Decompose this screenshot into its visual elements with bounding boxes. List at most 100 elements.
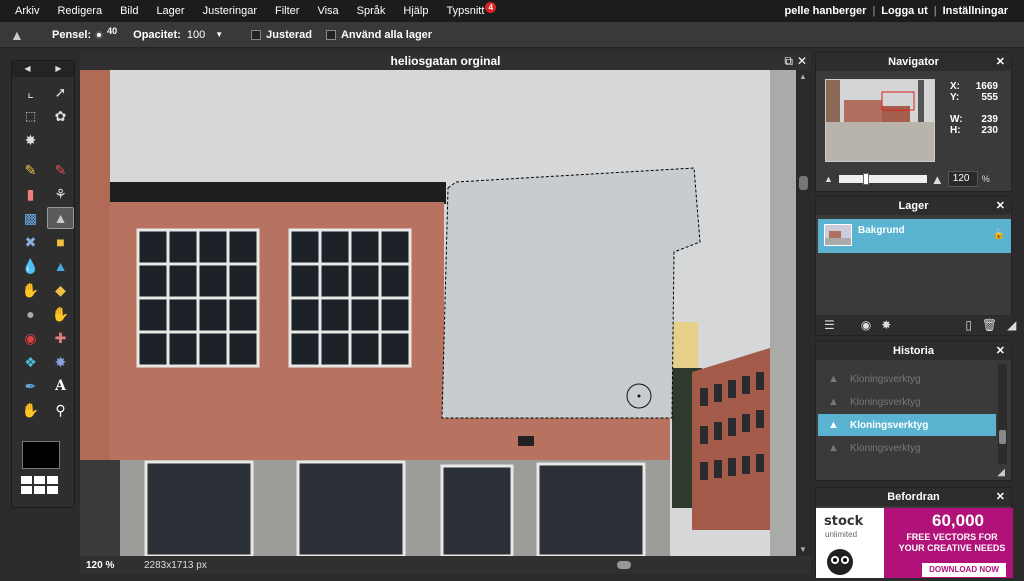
color-picker-icon[interactable]: ✒ — [17, 375, 44, 397]
close-icon[interactable]: ✕ — [996, 53, 1005, 71]
zoom-readout[interactable]: 120 % — [80, 560, 120, 571]
brush-preview-icon[interactable] — [97, 32, 102, 37]
clone-stamp-icon: ▲ — [10, 26, 24, 43]
user-name-link[interactable]: pelle hanberger — [785, 0, 867, 22]
lasso-tool-icon[interactable]: ✿ — [47, 105, 74, 127]
ad-banner[interactable]: stock unlimited 60,000 FREE VECTORS FOR … — [816, 508, 1013, 578]
settings-link[interactable]: Inställningar — [943, 0, 1008, 22]
history-item[interactable]: ▲ Kloningsverktyg — [818, 437, 996, 459]
close-icon[interactable]: ✕ — [996, 342, 1005, 360]
sponge-tool-icon[interactable]: ◆ — [47, 279, 74, 301]
color-replace-icon[interactable]: ✖ — [17, 231, 44, 253]
menu-arkiv[interactable]: Arkiv — [0, 0, 48, 22]
spot-heal-tool-icon[interactable]: ✚ — [47, 327, 74, 349]
menu-bild[interactable]: Bild — [111, 0, 147, 22]
pencil-tool-icon[interactable]: ✎ — [17, 159, 44, 181]
canvas-vertical-scrollbar[interactable]: ▲ ▼ — [796, 70, 811, 556]
history-item[interactable]: ▲ Kloningsverktyg — [818, 391, 996, 413]
history-scrollbar[interactable] — [998, 364, 1007, 464]
layer-styles-icon[interactable]: ✸ — [881, 318, 891, 332]
menu-typsnitt[interactable]: Typsnitt 4 — [437, 0, 497, 22]
scroll-thumb[interactable] — [617, 561, 631, 569]
restore-window-icon[interactable]: ⧉ — [784, 52, 793, 70]
delete-layer-icon[interactable]: 🗑 — [982, 318, 997, 332]
zoom-tool-icon[interactable]: ⚲ — [47, 399, 74, 421]
opacity-value[interactable]: 100 — [187, 29, 205, 41]
type-tool-icon[interactable]: A — [47, 375, 74, 397]
blur-tool-icon[interactable]: 💧 — [17, 255, 44, 277]
shape-tool-icon[interactable]: ■ — [47, 231, 74, 253]
zoom-slider-knob[interactable] — [862, 173, 869, 185]
scroll-thumb[interactable] — [799, 176, 808, 190]
eraser-tool-icon[interactable]: ▮ — [17, 183, 44, 205]
menu-justeringar[interactable]: Justeringar — [194, 0, 266, 22]
smudge-tool-icon[interactable]: ✋ — [17, 279, 44, 301]
navigator-thumbnail[interactable] — [825, 79, 935, 162]
resize-panel-icon[interactable]: ◢ — [997, 467, 1005, 478]
aligned-checkbox-wrap[interactable]: Justerad — [251, 29, 312, 41]
tool-grid: ⌞ ➚ ⬚ ✿ ✸ ✎ ✎ ▮ ⚘ ▩ ▲ ✖ ■ 💧 ▲ ✋ ◆ ● ✋ ◉ … — [12, 77, 74, 425]
history-item[interactable]: ▲ Kloningsverktyg — [818, 368, 996, 390]
menu-sprak[interactable]: Språk — [348, 0, 395, 22]
gradient-tool-icon[interactable]: ▩ — [17, 207, 44, 229]
sharpen-tool-icon[interactable]: ▲ — [47, 255, 74, 277]
marquee-tool-icon[interactable]: ⬚ — [17, 105, 44, 127]
history-item-label: Kloningsverktyg — [850, 442, 921, 454]
resize-panel-icon[interactable]: ◢ — [1007, 318, 1016, 332]
red-eye-tool-icon[interactable]: ◉ — [17, 327, 44, 349]
zoom-out-icon[interactable]: ▲ — [824, 174, 833, 184]
crop-tool-icon[interactable]: ⌞ — [17, 81, 44, 103]
canvas-horizontal-scrollbar[interactable] — [320, 560, 790, 570]
history-item-selected[interactable]: ▲ Kloningsverktyg — [818, 414, 996, 436]
clone-stamp-tool-icon[interactable]: ▲ — [47, 207, 74, 229]
logout-link[interactable]: Logga ut — [881, 0, 927, 22]
primary-color-swatch[interactable] — [22, 441, 60, 469]
menu-lager[interactable]: Lager — [147, 0, 193, 22]
navigator-zoom-input[interactable]: 120 — [947, 171, 978, 187]
layer-item[interactable]: Bakgrund 🔒 — [818, 219, 1011, 253]
canvas-status-bar: 120 % 2283x1713 px — [80, 556, 811, 574]
w-value: 239 — [981, 114, 998, 125]
zoom-in-icon[interactable]: ▲ — [931, 172, 944, 187]
bloat-tool-icon[interactable]: ❖ — [17, 351, 44, 373]
brush-tool-icon[interactable]: ✎ — [47, 159, 74, 181]
burn-tool-icon[interactable]: ✋ — [47, 303, 74, 325]
menu-hjalp[interactable]: Hjälp — [394, 0, 437, 22]
menu-visa[interactable]: Visa — [308, 0, 347, 22]
canvas-image[interactable] — [80, 70, 796, 556]
pinch-tool-icon[interactable]: ✸ — [47, 351, 74, 373]
magic-wand-icon[interactable]: ✸ — [17, 129, 44, 151]
brush-size[interactable]: 40 — [107, 26, 117, 36]
view-mode-icon[interactable] — [21, 476, 58, 494]
layer-mask-icon[interactable]: ◉ — [861, 318, 871, 332]
zoom-slider[interactable] — [838, 173, 927, 185]
all-layers-checkbox[interactable] — [325, 29, 336, 40]
scroll-up-icon[interactable]: ▲ — [799, 72, 807, 81]
navigator-info: X: 1669 Y: 555 W: 239 H: 230 — [950, 81, 998, 136]
new-layer-icon[interactable]: ▯ — [965, 318, 972, 332]
scroll-thumb[interactable] — [999, 430, 1006, 444]
layer-settings-icon[interactable]: ☰ — [824, 318, 835, 332]
close-window-icon[interactable]: ✕ — [797, 52, 807, 70]
paint-bucket-icon[interactable]: ⚘ — [47, 183, 74, 205]
all-layers-checkbox-wrap[interactable]: Använd alla lager — [325, 29, 432, 41]
menu-filter[interactable]: Filter — [266, 0, 308, 22]
h-label: H: — [950, 125, 961, 136]
close-icon[interactable]: ✕ — [996, 488, 1005, 506]
aligned-checkbox[interactable] — [251, 29, 262, 40]
menu-redigera[interactable]: Redigera — [48, 0, 111, 22]
scroll-down-icon[interactable]: ▼ — [799, 545, 807, 554]
layer-thumbnail-image — [825, 225, 851, 245]
dodge-tool-icon[interactable]: ● — [17, 303, 44, 325]
opacity-dropdown-icon[interactable]: ▼ — [215, 30, 223, 39]
hand-tool-icon[interactable]: ✋ — [17, 399, 44, 421]
toolbox-arrows[interactable]: ◀ ▶ — [12, 61, 74, 77]
y-value: 555 — [981, 92, 998, 103]
navigator-zoom-unit: % — [981, 174, 990, 184]
arrow-left-icon[interactable]: ◀ — [24, 61, 30, 77]
arrow-right-icon[interactable]: ▶ — [55, 61, 61, 77]
layer-thumbnail — [824, 224, 852, 246]
close-icon[interactable]: ✕ — [996, 197, 1005, 215]
ad-download-button[interactable]: DOWNLOAD NOW — [922, 563, 1006, 577]
move-tool-icon[interactable]: ➚ — [47, 81, 74, 103]
